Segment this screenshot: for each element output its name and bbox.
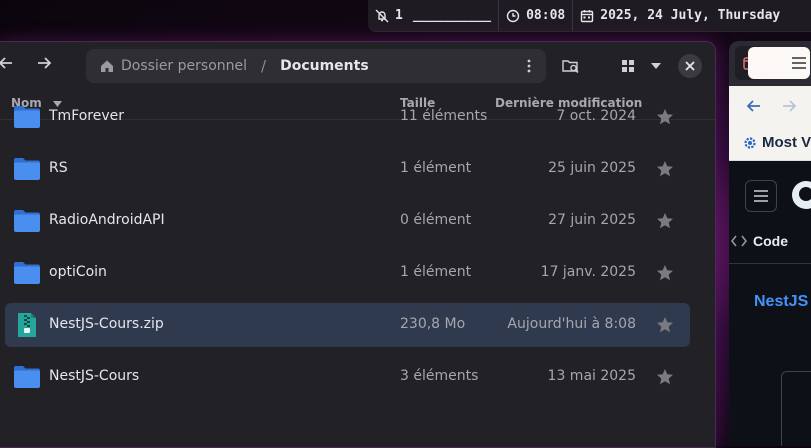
file-row[interactable]: RS 1 élément 25 juin 2025 bbox=[5, 147, 690, 191]
back-button[interactable] bbox=[0, 54, 18, 78]
github-logo-icon bbox=[792, 181, 811, 209]
file-manager-window: Dossier personnel / Documents Nom Taille… bbox=[0, 41, 716, 448]
calendar-icon bbox=[581, 9, 594, 22]
file-size: 1 élément bbox=[400, 160, 472, 176]
top-status-bar: 1 __________ 08:08 2025, 24 July, Thursd… bbox=[368, 0, 811, 31]
content-box bbox=[781, 371, 811, 446]
view-options-button[interactable] bbox=[648, 55, 664, 77]
repo-title[interactable]: NestJS . bbox=[754, 293, 811, 311]
file-row[interactable]: RadioAndroidAPI 0 élément 27 juin 2025 bbox=[5, 199, 690, 243]
folder-icon bbox=[14, 158, 40, 180]
file-size: 230,8 Mo bbox=[400, 316, 466, 332]
clock-time: 08:08 bbox=[526, 8, 566, 23]
tab-code[interactable]: Code bbox=[753, 233, 788, 249]
star-icon[interactable] bbox=[655, 367, 675, 387]
home-icon bbox=[101, 60, 113, 72]
github-page: Code NestJS . bbox=[729, 161, 811, 446]
file-size: 3 éléments bbox=[400, 368, 479, 384]
menu-icon bbox=[754, 190, 768, 202]
clock-widget[interactable]: 08:08 bbox=[499, 0, 572, 31]
arrow-left-icon[interactable] bbox=[746, 98, 762, 114]
file-size: 11 éléments bbox=[400, 108, 488, 124]
menu-icon bbox=[792, 57, 806, 69]
file-name: TmForever bbox=[49, 108, 125, 124]
date-widget[interactable]: 2025, 24 July, Thursday bbox=[573, 0, 787, 31]
forward-button[interactable] bbox=[32, 54, 56, 78]
hamburger-button[interactable] bbox=[745, 180, 777, 212]
close-button[interactable] bbox=[678, 54, 702, 78]
github-divider bbox=[729, 263, 811, 264]
folder-search-icon bbox=[562, 60, 579, 74]
file-modified: 27 juin 2025 bbox=[548, 212, 636, 228]
chevron-down-icon bbox=[651, 63, 661, 69]
breadcrumb-home-label: Dossier personnel bbox=[121, 58, 248, 74]
file-size: 1 élément bbox=[400, 264, 472, 280]
date-text: 2025, 24 July, Thursday bbox=[600, 8, 781, 23]
star-icon[interactable] bbox=[655, 263, 675, 283]
arrow-left-icon bbox=[0, 57, 12, 69]
code-icon bbox=[731, 235, 747, 247]
path-bar[interactable]: Dossier personnel / Documents bbox=[86, 49, 546, 83]
file-name: RS bbox=[49, 160, 68, 176]
file-modified: 13 mai 2025 bbox=[547, 368, 636, 384]
file-name: optiCoin bbox=[49, 264, 107, 280]
grid-view-button[interactable] bbox=[620, 55, 636, 77]
search-folder-button[interactable] bbox=[560, 55, 582, 77]
notifications-count: 1 bbox=[395, 8, 403, 23]
browser-tab-bar bbox=[729, 41, 811, 86]
star-icon[interactable] bbox=[655, 315, 675, 335]
arrow-right-icon[interactable] bbox=[781, 98, 797, 114]
folder-icon bbox=[14, 366, 40, 388]
workspace-indicator: __________ bbox=[412, 8, 492, 23]
grid-icon bbox=[622, 60, 634, 72]
file-row[interactable]: NestJS-Cours.zip 230,8 Mo Aujourd'hui à 8:… bbox=[5, 303, 690, 347]
bookmark-most-visited[interactable]: Most Vi bbox=[762, 134, 811, 151]
folder-icon bbox=[14, 106, 40, 128]
folder-icon bbox=[14, 210, 40, 232]
browser-window: Most Vi Code NestJS . bbox=[729, 41, 811, 446]
breadcrumb-home[interactable]: Dossier personnel bbox=[100, 58, 247, 74]
file-row[interactable]: optiCoin 1 élément 17 janv. 2025 bbox=[5, 251, 690, 295]
file-size: 0 élément bbox=[400, 212, 472, 228]
breadcrumb-current[interactable]: Documents bbox=[280, 58, 369, 74]
path-menu-icon[interactable] bbox=[526, 57, 532, 75]
file-modified: 25 juin 2025 bbox=[548, 160, 636, 176]
archive-icon bbox=[18, 313, 36, 337]
browser-nav-bar bbox=[729, 86, 811, 126]
arrow-right-icon bbox=[38, 57, 52, 69]
gear-icon bbox=[744, 137, 756, 149]
bookmarks-bar: Most Vi bbox=[729, 126, 811, 161]
file-manager-header: Dossier personnel / Documents bbox=[0, 42, 715, 88]
file-modified: 17 janv. 2025 bbox=[540, 264, 636, 280]
file-name: RadioAndroidAPI bbox=[49, 212, 165, 228]
breadcrumb-separator: / bbox=[261, 57, 267, 75]
notifications-off-icon bbox=[375, 9, 389, 22]
star-icon[interactable] bbox=[655, 159, 675, 179]
star-icon[interactable] bbox=[655, 211, 675, 231]
file-name: NestJS-Cours.zip bbox=[49, 316, 164, 332]
star-icon[interactable] bbox=[655, 107, 675, 127]
notifications-widget[interactable]: 1 __________ bbox=[368, 0, 498, 31]
folder-icon bbox=[14, 262, 40, 284]
file-name: NestJS-Cours bbox=[49, 368, 140, 384]
file-row[interactable]: NestJS-Cours 3 éléments 13 mai 2025 bbox=[5, 355, 690, 399]
clock-icon bbox=[506, 9, 520, 22]
file-modified: Aujourd'hui à 8:08 bbox=[507, 316, 636, 332]
browser-active-tab[interactable] bbox=[748, 47, 810, 79]
file-modified: 7 oct. 2024 bbox=[556, 108, 636, 124]
file-row[interactable]: TmForever 11 éléments 7 oct. 2024 bbox=[5, 95, 690, 139]
close-icon bbox=[685, 61, 695, 71]
